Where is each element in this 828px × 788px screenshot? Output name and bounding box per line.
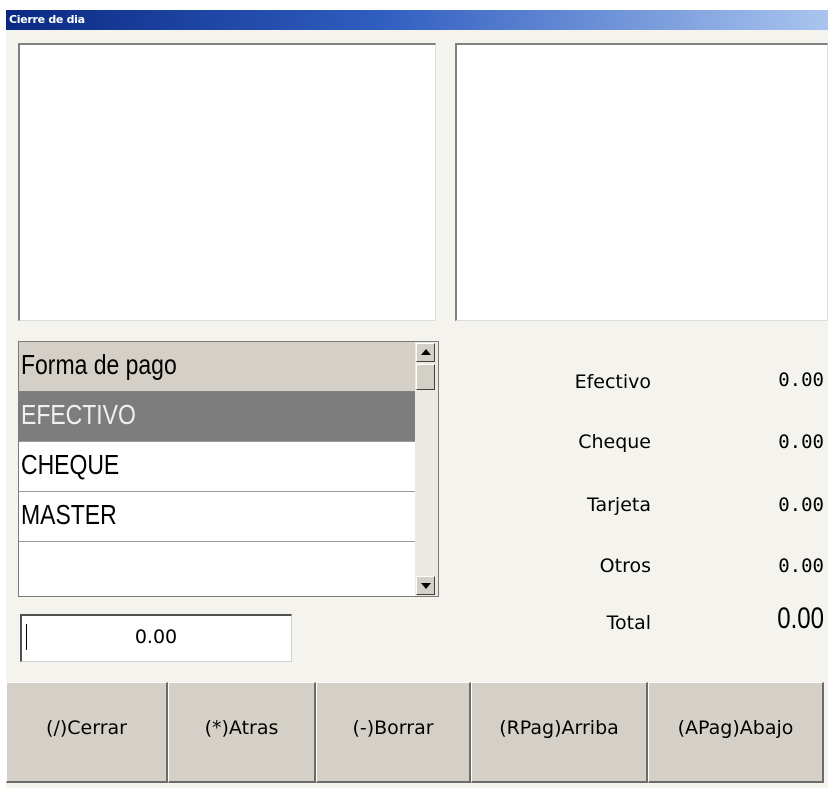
arrow-down-icon bbox=[421, 583, 431, 589]
grid-row-efectivo[interactable]: EFECTIVO bbox=[19, 392, 415, 442]
atras-button[interactable]: (*)Atras bbox=[168, 682, 316, 783]
amount-input[interactable]: 0.00 bbox=[20, 614, 292, 662]
summary-value-total: 0.00 bbox=[777, 602, 824, 635]
scroll-down-button[interactable] bbox=[416, 576, 435, 595]
window-title: Cierre de dia bbox=[9, 13, 85, 26]
grid-row-cheque[interactable]: CHEQUE bbox=[19, 442, 415, 492]
cerrar-button[interactable]: (/)Cerrar bbox=[6, 682, 168, 783]
summary-label-otros: Otros bbox=[599, 555, 651, 577]
borrar-button-label: (-)Borrar bbox=[352, 717, 434, 739]
grid-row-label: MASTER bbox=[21, 499, 117, 530]
grid-row-label: EFECTIVO bbox=[21, 399, 136, 430]
payment-method-grid[interactable]: Forma de pago EFECTIVO CHEQUE MASTER bbox=[18, 341, 439, 597]
left-display-panel bbox=[18, 43, 436, 321]
grid-header: Forma de pago bbox=[19, 342, 415, 392]
summary-label-efectivo: Efectivo bbox=[574, 371, 651, 393]
summary-value-efectivo: 0.00 bbox=[778, 369, 824, 391]
scroll-up-button[interactable] bbox=[416, 343, 435, 362]
summary-value-tarjeta: 0.00 bbox=[778, 494, 824, 516]
apag-abajo-button-label: (APag)Abajo bbox=[677, 717, 794, 739]
cierre-de-dia-window: Cierre de dia Forma de pago EFECTIVO CHE… bbox=[6, 10, 828, 788]
apag-abajo-button[interactable]: (APag)Abajo bbox=[648, 682, 824, 783]
grid-row-master[interactable]: MASTER bbox=[19, 492, 415, 542]
rpag-arriba-button[interactable]: (RPag)Arriba bbox=[471, 682, 648, 783]
right-display-panel bbox=[455, 43, 828, 321]
scroll-thumb[interactable] bbox=[416, 364, 435, 390]
summary-value-cheque: 0.00 bbox=[778, 431, 824, 453]
summary-label-tarjeta: Tarjeta bbox=[587, 494, 651, 516]
summary-label-total: Total bbox=[606, 612, 651, 634]
grid-row-label: CHEQUE bbox=[21, 449, 120, 480]
summary-value-otros: 0.00 bbox=[778, 555, 824, 577]
summary-label-cheque: Cheque bbox=[578, 431, 651, 453]
borrar-button[interactable]: (-)Borrar bbox=[316, 682, 471, 783]
rpag-arriba-button-label: (RPag)Arriba bbox=[499, 717, 619, 739]
grid-header-label: Forma de pago bbox=[21, 349, 177, 380]
cerrar-button-label: (/)Cerrar bbox=[46, 717, 127, 739]
atras-button-label: (*)Atras bbox=[204, 717, 279, 739]
arrow-up-icon bbox=[421, 349, 431, 355]
grid-row-empty[interactable] bbox=[19, 542, 415, 592]
title-bar[interactable]: Cierre de dia bbox=[6, 10, 828, 30]
amount-input-value: 0.00 bbox=[134, 626, 178, 648]
grid-vertical-scrollbar[interactable] bbox=[415, 342, 438, 596]
